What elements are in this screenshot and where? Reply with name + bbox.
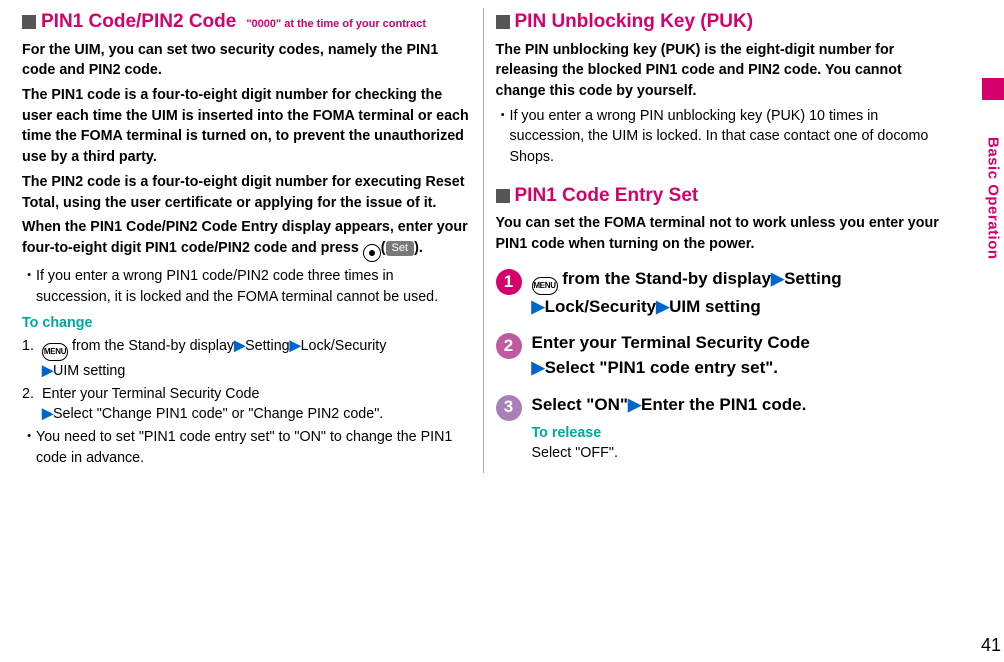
triangle-icon: ▶ xyxy=(771,269,784,288)
bullet-dot: ・ xyxy=(496,106,510,168)
text-fragment: Setting xyxy=(245,338,290,354)
menu-key-icon: MENU xyxy=(42,343,68,361)
side-pink-tab xyxy=(982,78,1004,100)
triangle-icon: ▶ xyxy=(234,338,245,354)
paragraph: When the PIN1 Code/PIN2 Code Entry displ… xyxy=(22,217,471,262)
paragraph: The PIN2 code is a four-to-eight digit n… xyxy=(22,172,471,213)
paragraph: The PIN1 code is a four-to-eight digit n… xyxy=(22,85,471,168)
square-bullet-icon xyxy=(496,189,510,203)
ordered-step-1: 1. MENU from the Stand-by display▶Settin… xyxy=(22,336,471,382)
step-number: 2. xyxy=(22,384,42,425)
step-badge-2: 2 xyxy=(496,333,522,359)
text-fragment: Enter your Terminal Security Code xyxy=(42,386,259,402)
left-column: PIN1 Code/PIN2 Code "0000" at the time o… xyxy=(10,8,484,473)
text-fragment: ). xyxy=(414,240,423,256)
center-key-icon xyxy=(363,244,381,262)
step-badge-3: 3 xyxy=(496,395,522,421)
text-fragment: Enter the PIN1 code. xyxy=(641,395,806,414)
side-vertical-label: Basic Operation xyxy=(982,108,1004,288)
section-title: PIN Unblocking Key (PUK) xyxy=(515,8,754,36)
menu-key-icon: MENU xyxy=(532,277,558,295)
numbered-step-2: 2 Enter your Terminal Security Code ▶Sel… xyxy=(496,331,945,380)
section-title: PIN1 Code Entry Set xyxy=(515,182,699,210)
triangle-icon: ▶ xyxy=(532,358,545,377)
manual-page: PIN1 Code/PIN2 Code "0000" at the time o… xyxy=(0,0,1004,662)
two-column-layout: PIN1 Code/PIN2 Code "0000" at the time o… xyxy=(0,0,1004,481)
step-text: Enter your Terminal Security Code ▶Selec… xyxy=(532,331,945,380)
numbered-step-1: 1 MENU from the Stand-by display▶Setting… xyxy=(496,267,945,319)
text-fragment: from the Stand-by display xyxy=(558,269,771,288)
bullet-item: ・ If you enter a wrong PIN1 code/PIN2 co… xyxy=(22,266,471,307)
paragraph: You can set the FOMA terminal not to wor… xyxy=(496,213,945,254)
triangle-icon: ▶ xyxy=(42,363,53,379)
set-softkey-icon: Set xyxy=(386,241,415,256)
ordered-step-2: 2. Enter your Terminal Security Code ▶Se… xyxy=(22,384,471,425)
paragraph: For the UIM, you can set two security co… xyxy=(22,40,471,81)
page-number: 41 xyxy=(981,635,1001,656)
text-fragment: from the Stand-by display xyxy=(68,338,234,354)
triangle-icon: ▶ xyxy=(656,297,669,316)
square-bullet-icon xyxy=(22,15,36,29)
section-header-entry-set: PIN1 Code Entry Set xyxy=(496,182,945,210)
step-body: Enter your Terminal Security Code ▶Selec… xyxy=(42,384,471,425)
to-release-heading: To release xyxy=(532,423,945,444)
step-body: MENU from the Stand-by display▶Setting▶L… xyxy=(42,336,471,382)
bullet-text: If you enter a wrong PIN1 code/PIN2 code… xyxy=(36,266,471,307)
section-header-pin-codes: PIN1 Code/PIN2 Code "0000" at the time o… xyxy=(22,8,471,36)
section-header-puk: PIN Unblocking Key (PUK) xyxy=(496,8,945,36)
bullet-dot: ・ xyxy=(22,266,36,307)
triangle-icon: ▶ xyxy=(290,338,301,354)
text-fragment: ( xyxy=(381,240,386,256)
section-title: PIN1 Code/PIN2 Code xyxy=(41,8,236,36)
text-fragment: UIM setting xyxy=(669,297,761,316)
side-label-text: Basic Operation xyxy=(985,137,1002,260)
text-fragment: Select "ON" xyxy=(532,395,628,414)
bullet-item: ・ If you enter a wrong PIN unblocking ke… xyxy=(496,106,945,168)
bullet-text: If you enter a wrong PIN unblocking key … xyxy=(510,106,945,168)
right-column: PIN Unblocking Key (PUK) The PIN unblock… xyxy=(484,8,957,473)
square-bullet-icon xyxy=(496,15,510,29)
triangle-icon: ▶ xyxy=(42,406,53,422)
side-tab: Basic Operation xyxy=(974,0,1004,662)
text-fragment: Setting xyxy=(784,269,842,288)
to-change-heading: To change xyxy=(22,313,471,334)
paragraph: The PIN unblocking key (PUK) is the eigh… xyxy=(496,40,945,102)
step-text: Select "ON"▶Enter the PIN1 code. xyxy=(532,393,945,418)
section-subtitle: "0000" at the time of your contract xyxy=(246,17,426,33)
text-fragment: Select "PIN1 code entry set". xyxy=(545,358,778,377)
numbered-step-3: 3 Select "ON"▶Enter the PIN1 code. xyxy=(496,393,945,421)
step-text: MENU from the Stand-by display▶Setting ▶… xyxy=(532,267,945,319)
step-badge-1: 1 xyxy=(496,269,522,295)
text-fragment: Enter your Terminal Security Code xyxy=(532,333,810,352)
triangle-icon: ▶ xyxy=(628,395,641,414)
release-text: Select "OFF". xyxy=(532,443,945,464)
text-fragment: Lock/Security xyxy=(301,338,387,354)
text-fragment: Select "Change PIN1 code" or "Change PIN… xyxy=(53,406,383,422)
text-fragment: Lock/Security xyxy=(545,297,657,316)
step-number: 1. xyxy=(22,336,42,382)
text-fragment: UIM setting xyxy=(53,363,125,379)
bullet-text: You need to set "PIN1 code entry set" to… xyxy=(36,427,471,468)
bullet-dot: ・ xyxy=(22,427,36,468)
bullet-item: ・ You need to set "PIN1 code entry set" … xyxy=(22,427,471,468)
triangle-icon: ▶ xyxy=(532,297,545,316)
step-sub-block: To release Select "OFF". xyxy=(532,423,945,464)
